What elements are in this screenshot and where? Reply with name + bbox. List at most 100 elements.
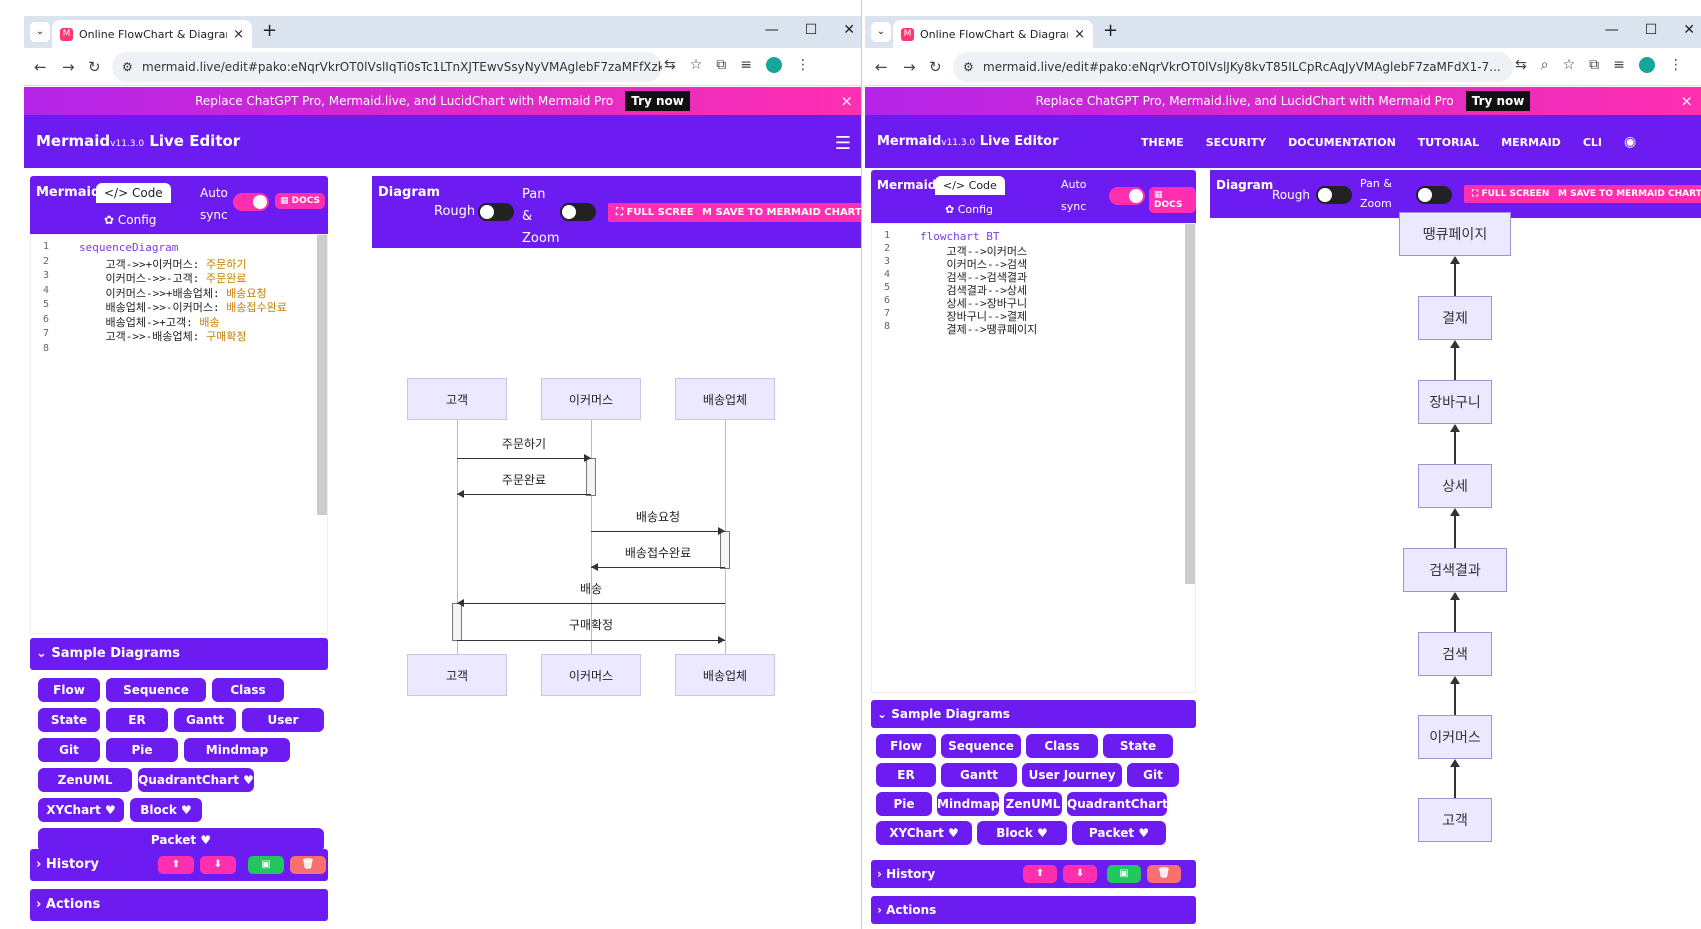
pan-zoom-toggle[interactable] — [1416, 186, 1452, 204]
hamburger-menu-icon[interactable]: ☰ — [835, 133, 851, 154]
url-input[interactable]: ⚙ mermaid.live/edit#pako:eNqrVkrOT0lVslI… — [112, 52, 662, 82]
bookmark-star-icon[interactable]: ☆ — [690, 57, 703, 73]
sample-button-state[interactable]: State — [38, 708, 100, 732]
auto-sync-toggle[interactable] — [233, 193, 269, 211]
media-icon[interactable]: ≡ — [1613, 57, 1625, 73]
sample-button-quadrantchart[interactable]: QuadrantChart ♥ — [138, 768, 254, 792]
actions-header[interactable]: › Actions — [871, 896, 1196, 924]
translate-icon[interactable]: ⇆ — [1515, 57, 1527, 73]
sample-button-gantt[interactable]: Gantt — [941, 763, 1017, 787]
site-info-icon[interactable]: ⚙ — [122, 52, 133, 82]
flowchart-diagram[interactable]: 땡큐페이지 결제 장바구니 상세 검색결과 검색 이커머스 고객 — [1210, 212, 1701, 929]
promo-close-icon[interactable]: × — [840, 92, 853, 110]
menu-item-cli[interactable]: CLI — [1583, 136, 1602, 149]
browser-tab[interactable]: M Online FlowChart & Diagrams × — [52, 20, 252, 48]
code-editor[interactable]: 1 flowchart BT 2 고객-->이커머스 3 이커머스-->검색 4 검색-… — [871, 223, 1196, 693]
close-window-button[interactable]: ✕ — [1683, 22, 1695, 38]
try-now-button[interactable]: Try now — [1465, 91, 1531, 111]
tab-close-icon[interactable]: × — [1074, 27, 1085, 42]
sample-button-packet[interactable]: Packet ♥ — [1072, 821, 1166, 845]
reload-icon[interactable]: ↻ — [88, 58, 101, 76]
save-to-mermaid-chart-button[interactable]: M SAVE TO MERMAID CHART — [1550, 185, 1701, 203]
sample-button-er[interactable]: ER — [106, 708, 168, 732]
sample-button-state[interactable]: State — [1103, 734, 1173, 758]
code-tab[interactable]: </> Code — [935, 176, 1005, 195]
new-tab-button[interactable]: + — [262, 20, 277, 41]
sample-button-pie[interactable]: Pie — [876, 792, 932, 816]
save-history-button[interactable]: ▣ — [248, 856, 284, 874]
actions-header[interactable]: › Actions — [30, 889, 328, 921]
code-tab[interactable]: </> Code — [96, 183, 171, 203]
translate-icon[interactable]: ⇆ — [664, 57, 676, 73]
sample-diagrams-header[interactable]: ⌄ Sample Diagrams — [30, 638, 328, 670]
brand-title[interactable]: Mermaidv11.3.0 Live Editor — [877, 134, 1059, 149]
rough-toggle[interactable] — [1316, 186, 1352, 204]
sample-button-xychart[interactable]: XYChart ♥ — [876, 821, 972, 845]
config-tab[interactable]: ✿ Config — [104, 213, 156, 227]
back-icon[interactable]: ← — [875, 58, 888, 76]
sample-button-flow[interactable]: Flow — [38, 678, 100, 702]
sequence-diagram[interactable]: 고객 고객 이커머스 이커머스 배송업체 배송업체 주문하기 주문완료 배송요청 배송접수완료 배송… — [372, 248, 861, 925]
sample-button-git[interactable]: Git — [38, 738, 100, 762]
github-icon[interactable]: ◉ — [1624, 134, 1636, 150]
menu-item-tutorial[interactable]: TUTORIAL — [1418, 136, 1479, 149]
docs-button[interactable]: ▦ DOCS — [1149, 187, 1196, 213]
save-history-button[interactable]: ▣ — [1107, 865, 1141, 883]
sample-button-user-journey[interactable]: User Journey — [242, 708, 324, 751]
more-menu-icon[interactable]: ⋮ — [1669, 57, 1683, 73]
pan-zoom-toggle[interactable] — [560, 203, 596, 221]
config-tab[interactable]: ✿ Config — [945, 203, 993, 216]
brand-title[interactable]: Mermaidv11.3.0 Live Editor — [36, 132, 240, 150]
menu-item-documentation[interactable]: DOCUMENTATION — [1288, 136, 1396, 149]
promo-close-icon[interactable]: × — [1680, 92, 1693, 110]
extensions-icon[interactable]: ⧉ — [716, 57, 726, 73]
menu-item-mermaid[interactable]: MERMAID — [1501, 136, 1561, 149]
back-icon[interactable]: ← — [34, 58, 47, 76]
url-input[interactable]: ⚙ mermaid.live/edit#pako:eNqrVkrOT0lVslJ… — [953, 52, 1513, 82]
forward-icon[interactable]: → — [903, 58, 916, 76]
sample-button-block[interactable]: Block ♥ — [130, 798, 202, 822]
delete-history-button[interactable]: 🗑 — [1147, 865, 1181, 883]
sample-button-user-journey[interactable]: User Journey — [1022, 763, 1122, 787]
maximize-button[interactable]: ☐ — [805, 22, 818, 38]
minimize-button[interactable]: — — [765, 22, 779, 38]
sample-button-mindmap[interactable]: Mindmap — [937, 792, 999, 816]
editor-scrollbar[interactable] — [317, 235, 327, 515]
sample-button-mindmap[interactable]: Mindmap — [184, 738, 290, 762]
download-history-button[interactable]: ⬇ — [200, 856, 236, 874]
sample-diagrams-header[interactable]: ⌄ Sample Diagrams — [871, 700, 1196, 728]
media-icon[interactable]: ≡ — [740, 57, 752, 73]
sample-button-zenuml[interactable]: ZenUML — [1004, 792, 1062, 816]
bookmark-star-icon[interactable]: ☆ — [1563, 57, 1576, 73]
upload-history-button[interactable]: ⬆ — [1023, 865, 1057, 883]
rough-toggle[interactable] — [478, 203, 514, 221]
sample-button-git[interactable]: Git — [1127, 763, 1179, 787]
sample-button-zenuml[interactable]: ZenUML — [38, 768, 132, 792]
extensions-icon[interactable]: ⧉ — [1589, 57, 1599, 73]
new-tab-button[interactable]: + — [1103, 20, 1118, 41]
profile-avatar[interactable] — [766, 57, 783, 73]
minimize-button[interactable]: — — [1605, 22, 1619, 38]
sample-button-class[interactable]: Class — [212, 678, 284, 702]
tab-search-icon[interactable]: ⌄ — [30, 22, 50, 42]
sample-button-sequence[interactable]: Sequence — [106, 678, 206, 702]
reload-icon[interactable]: ↻ — [929, 58, 942, 76]
zoom-icon[interactable]: ⌕ — [1541, 57, 1549, 73]
sample-button-quadrantchart[interactable]: QuadrantChart ♥ — [1067, 792, 1168, 835]
save-to-mermaid-chart-button[interactable]: M SAVE TO MERMAID CHART — [694, 203, 861, 222]
upload-history-button[interactable]: ⬆ — [158, 856, 194, 874]
maximize-button[interactable]: ☐ — [1645, 22, 1658, 38]
sample-button-gantt[interactable]: Gantt — [174, 708, 236, 732]
tab-close-icon[interactable]: × — [233, 27, 244, 42]
close-window-button[interactable]: ✕ — [843, 22, 855, 38]
sample-button-er[interactable]: ER — [876, 763, 936, 787]
menu-item-theme[interactable]: THEME — [1141, 136, 1184, 149]
sample-button-sequence[interactable]: Sequence — [941, 734, 1021, 758]
history-header[interactable]: › History ⬆ ⬇ ▣ 🗑 — [30, 849, 328, 881]
full-screen-button[interactable]: ⛶ FULL SCREEN — [1464, 185, 1558, 203]
try-now-button[interactable]: Try now — [625, 91, 690, 111]
editor-scrollbar[interactable] — [1185, 224, 1195, 584]
code-editor[interactable]: 1 sequenceDiagram 2 고객->>+이커머스: 주문하기 3 이커머스… — [30, 234, 328, 634]
site-info-icon[interactable]: ⚙ — [963, 52, 974, 82]
sample-button-xychart[interactable]: XYChart ♥ — [38, 798, 124, 822]
